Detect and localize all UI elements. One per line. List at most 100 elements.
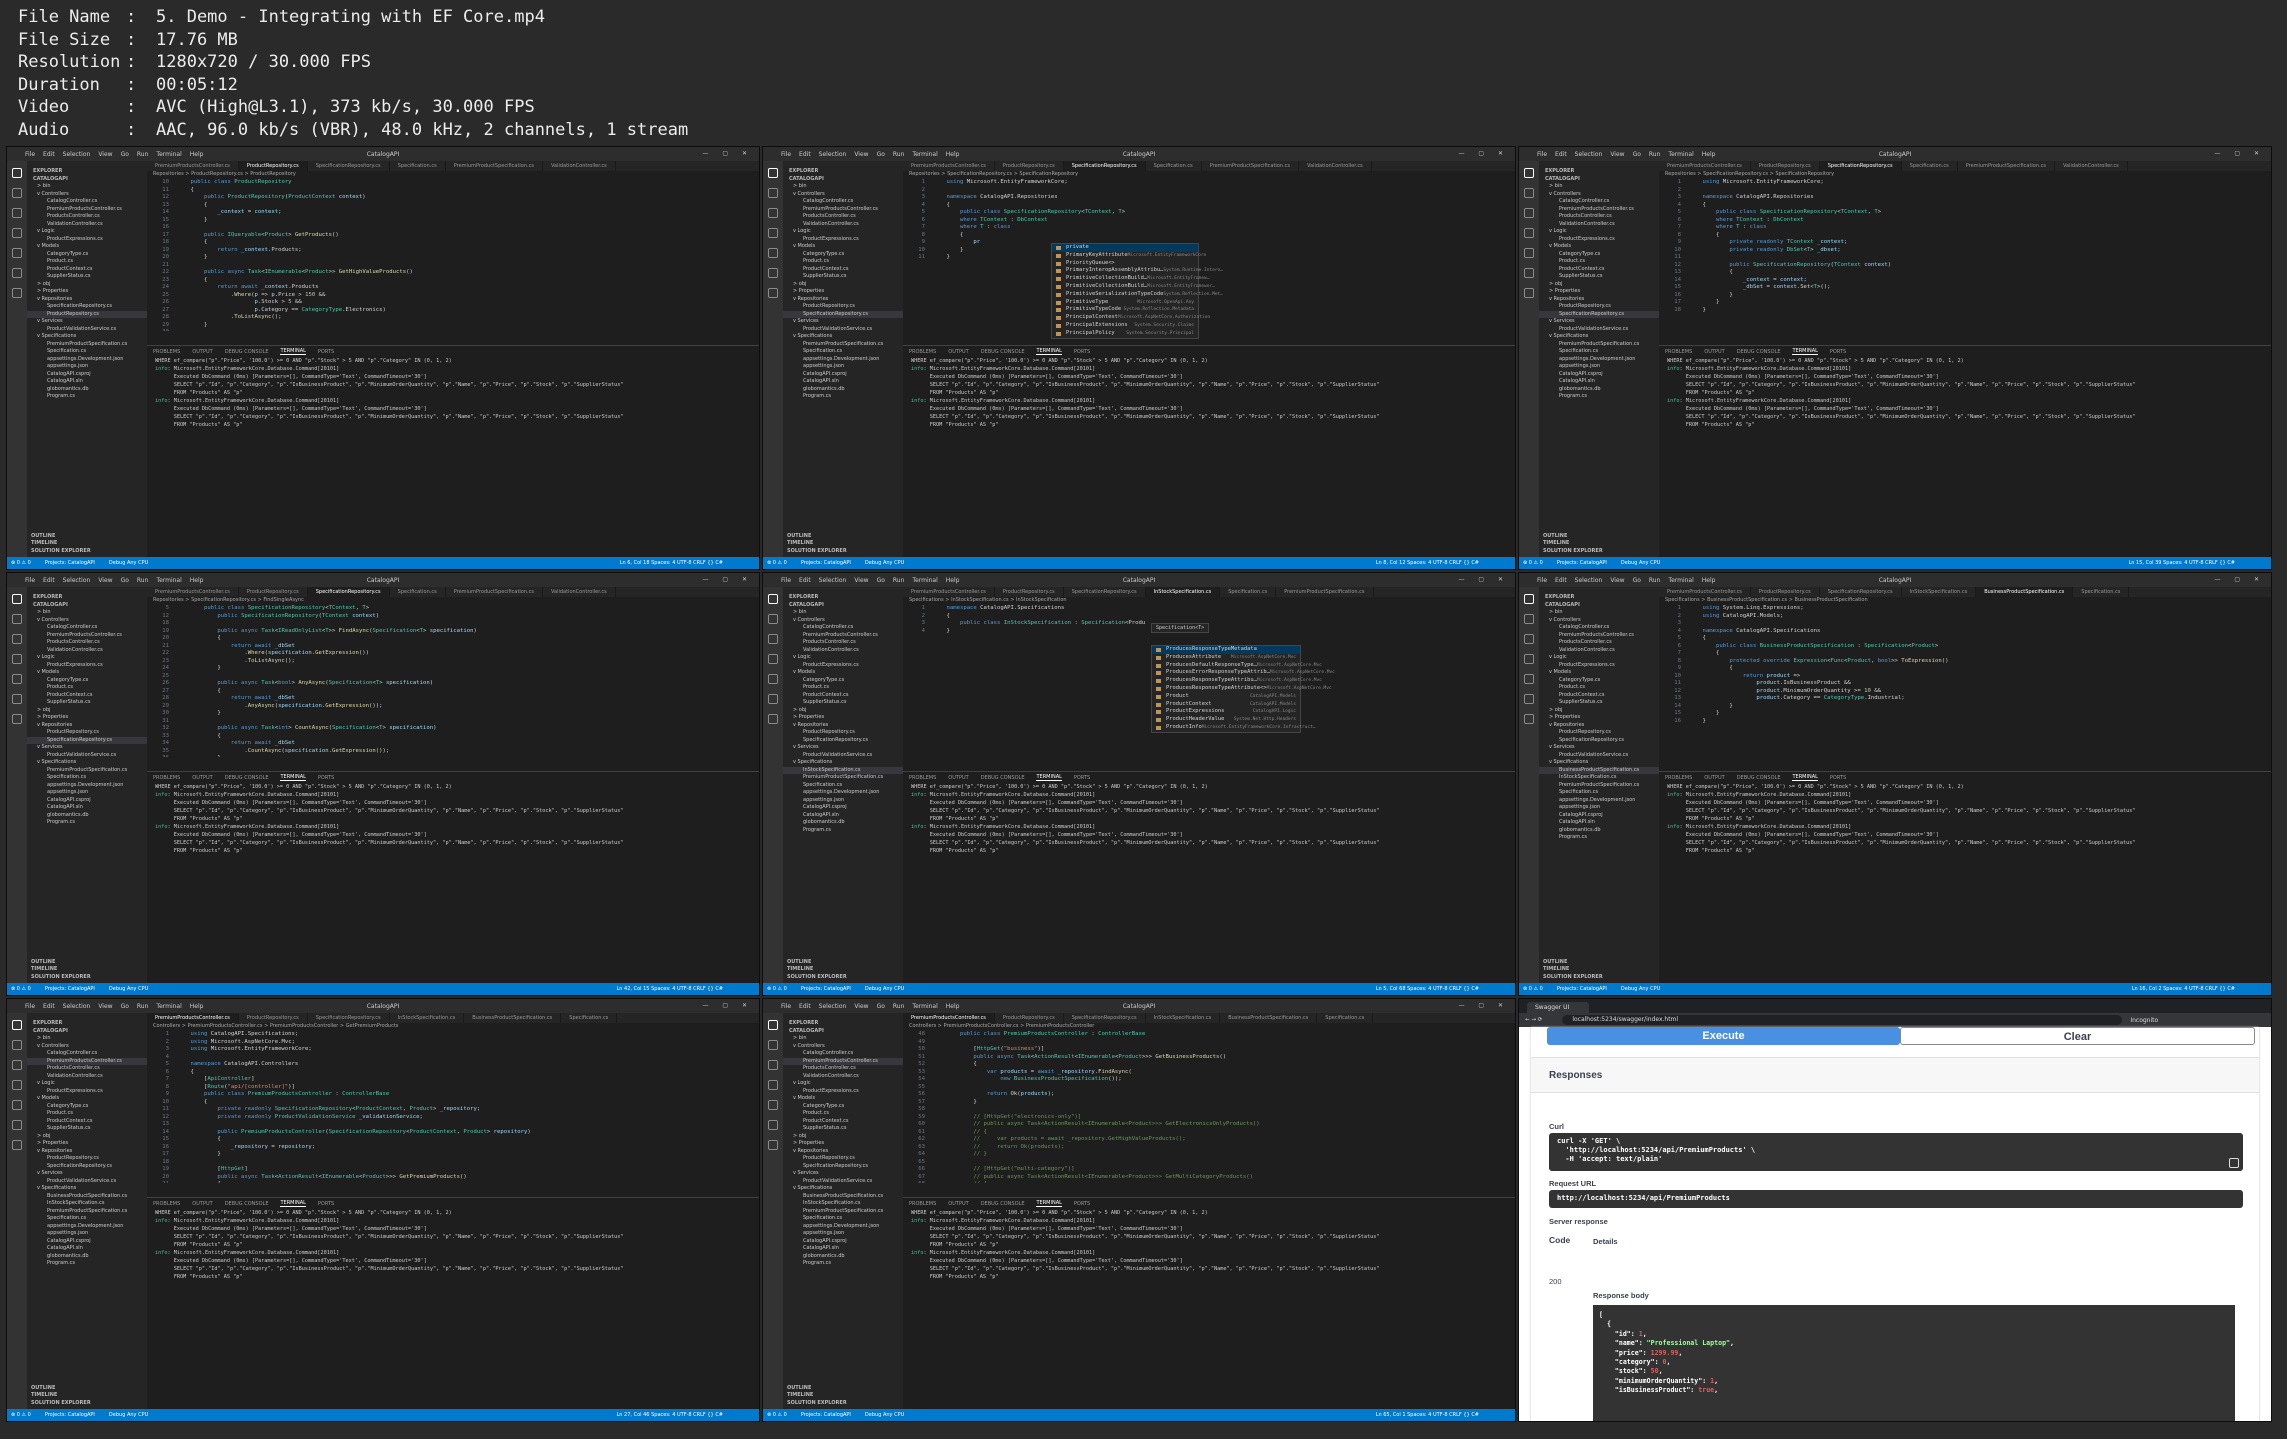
tree-item[interactable]: CatalogController.cs [783,1050,903,1058]
panel-tab-problems[interactable]: PROBLEMS [1665,775,1692,781]
tree-item[interactable]: appsettings.Development.json [783,1223,903,1231]
panel-tab-ports[interactable]: PORTS [1074,349,1090,355]
editor-tab[interactable]: PremiumProductSpecification.cs [446,161,543,171]
run-debug-icon[interactable] [768,654,778,664]
editor-tab[interactable]: Specification.cs [390,587,446,597]
extensions-icon[interactable] [12,1100,22,1110]
tree-item[interactable]: CatalogAPI.csproj [1539,812,1659,820]
editor-tab[interactable]: ValidationController.cs [1299,161,1372,171]
tree-item[interactable]: Specification.cs [783,782,903,790]
panel-tab-output[interactable]: OUTPUT [192,775,212,781]
status-item[interactable]: Debug Any CPU [865,1412,904,1418]
tree-item[interactable]: PremiumProductsController.cs [27,632,147,640]
database-icon[interactable] [1524,288,1534,298]
editor-tab[interactable]: PremiumProductSpecification.cs [1276,587,1374,597]
autocomplete-item[interactable]: ProducesResponseTypeAttribute<> Microsoft… [1152,685,1332,693]
database-icon[interactable] [12,714,22,724]
tree-item[interactable]: > Properties [783,288,903,296]
database-icon[interactable] [768,714,778,724]
status-item[interactable]: Debug Any CPU [109,1412,148,1418]
tree-item[interactable]: v Specifications [1539,333,1659,341]
status-item[interactable]: Debug Any CPU [1621,986,1660,992]
tree-item[interactable]: v Models [1539,243,1659,251]
tree-item[interactable]: Program.cs [1539,393,1659,401]
tree-item[interactable]: > Properties [27,714,147,722]
panel-tab-problems[interactable]: PROBLEMS [909,775,936,781]
tree-item[interactable]: CategoryType.cs [783,1103,903,1111]
tree-item[interactable]: CatalogAPI.sln [1539,378,1659,386]
tree-item[interactable]: Product.cs [27,684,147,692]
tree-item[interactable]: appsettings.Development.json [27,782,147,790]
tree-item[interactable]: PremiumProductSpecification.cs [783,774,903,782]
tree-item[interactable]: v Logic [27,228,147,236]
tree-item[interactable]: PremiumProductSpecification.cs [27,767,147,775]
section-outline[interactable]: OUTLINE [783,533,903,541]
tree-item[interactable]: globomantics.db [27,386,147,394]
tree-item[interactable]: appsettings.json [27,1230,147,1238]
editor-tab[interactable]: ValidationController.cs [543,161,616,171]
tree-item[interactable]: PremiumProductsController.cs [783,632,903,640]
tree-item[interactable]: ProductsController.cs [1539,639,1659,647]
cursor-position[interactable]: Ln 27, Col 46 [617,1412,650,1418]
panel-tab-ports[interactable]: PORTS [1074,775,1090,781]
tree-item[interactable]: v Specifications [27,1185,147,1193]
back-forward-reload-icons[interactable]: ← → ⟳ [1525,1017,1542,1023]
tree-item[interactable]: CategoryType.cs [27,251,147,259]
tree-item[interactable]: > obj [27,281,147,289]
tree-item[interactable]: Program.cs [783,827,903,835]
tree-item[interactable]: PremiumProductSpecification.cs [27,341,147,349]
tree-item[interactable]: ProductsController.cs [27,213,147,221]
source-control-icon[interactable] [768,634,778,644]
testing-icon[interactable] [12,694,22,704]
editor-tab[interactable]: BusinessProductSpecification.cs [464,1013,562,1023]
tree-item[interactable]: v Models [1539,669,1659,677]
menu-go[interactable]: Go [877,577,885,584]
status-encoding[interactable]: Spaces: 4 UTF-8 CRLF {} C# [651,560,723,566]
tree-item[interactable]: CatalogController.cs [783,198,903,206]
code-area[interactable]: 1 using CatalogAPI.Specifications; 2 usin… [147,1030,759,1183]
menu-run[interactable]: Run [1649,151,1661,158]
editor-tab[interactable]: Specification.cs [1317,1013,1374,1023]
tree-item[interactable]: CatalogController.cs [27,624,147,632]
panel-tab-terminal[interactable]: TERMINAL [1792,774,1818,781]
status-encoding[interactable]: Spaces: 4 UTF-8 CRLF {} C# [1407,560,1479,566]
source-control-icon[interactable] [12,634,22,644]
tree-item[interactable]: v Services [783,744,903,752]
menu-file[interactable]: File [25,1003,35,1010]
panel-tab-problems[interactable]: PROBLEMS [1665,349,1692,355]
tree-item[interactable]: ProductValidationService.cs [783,752,903,760]
tree-item[interactable]: CategoryType.cs [27,1103,147,1111]
panel-tab-debug-console[interactable]: DEBUG CONSOLE [981,349,1025,355]
status-item[interactable]: Projects: CatalogAPI [801,986,851,992]
tree-item[interactable]: ProductExpressions.cs [27,236,147,244]
panel-tab-problems[interactable]: PROBLEMS [909,349,936,355]
tree-item[interactable]: ValidationController.cs [783,221,903,229]
menu-run[interactable]: Run [1649,577,1661,584]
panel-tab-problems[interactable]: PROBLEMS [909,1201,936,1207]
status-item[interactable]: ⊗ 0 ⚠ 0 [1523,560,1543,566]
editor-tab[interactable]: PremiumProductsController.cs [903,161,995,171]
tree-item[interactable]: InStockSpecification.cs [1539,774,1659,782]
extensions-icon[interactable] [12,248,22,258]
tree-item[interactable]: SpecificationRepository.cs [783,310,903,318]
panel-tab-problems[interactable]: PROBLEMS [153,775,180,781]
status-item[interactable]: ⊗ 0 ⚠ 0 [1523,986,1543,992]
project-header[interactable]: CATALOGAPI [1539,601,1659,609]
breadcrumb[interactable]: Repositories > ProductRepository.cs > Pr… [147,171,759,178]
tree-item[interactable]: v Logic [783,228,903,236]
tree-item[interactable]: appsettings.json [783,797,903,805]
tree-item[interactable]: ProductContext.cs [783,692,903,700]
tree-item[interactable]: Program.cs [783,1260,903,1268]
panel-tab-ports[interactable]: PORTS [318,1201,334,1207]
section-solution-explorer[interactable]: SOLUTION EXPLORER [783,1400,903,1408]
panel-tab-output[interactable]: OUTPUT [948,775,968,781]
section-outline[interactable]: OUTLINE [1539,959,1659,967]
editor-tab[interactable]: ProductRepository.cs [1751,587,1820,597]
autocomplete-item[interactable]: ProductContext CatalogAPI.Models [1152,701,1300,709]
panel-tab-debug-console[interactable]: DEBUG CONSOLE [1737,349,1781,355]
menu-run[interactable]: Run [137,151,149,158]
tree-item[interactable]: v Controllers [1539,191,1659,199]
tree-item[interactable]: v Repositories [1539,296,1659,304]
section-solution-explorer[interactable]: SOLUTION EXPLORER [1539,974,1659,982]
tree-item[interactable]: v Services [1539,744,1659,752]
